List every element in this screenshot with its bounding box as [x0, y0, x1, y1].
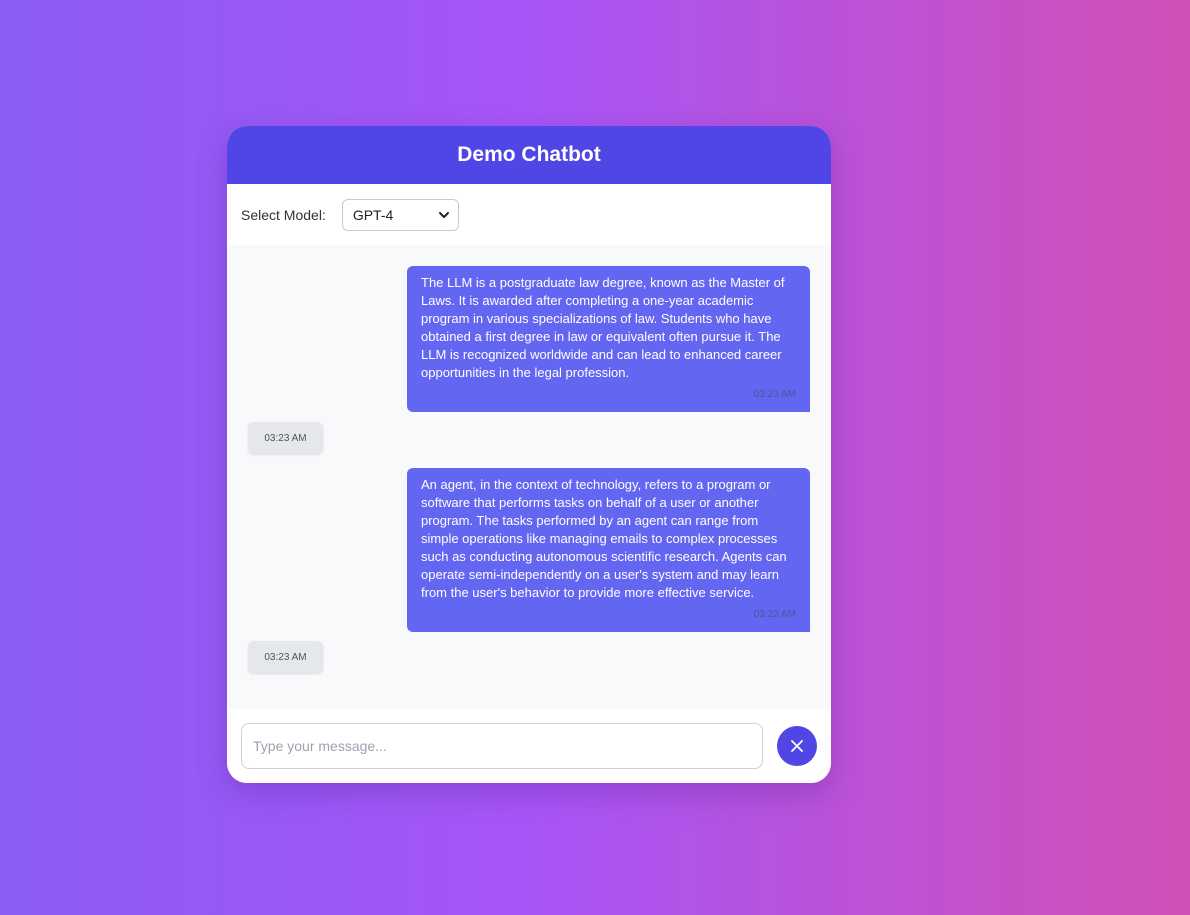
- message-list[interactable]: The LLM is a postgraduate law degree, kn…: [227, 245, 831, 709]
- bot-message: 03:23 AM: [248, 641, 323, 673]
- chevron-down-icon: [438, 211, 449, 218]
- input-bar: [227, 709, 831, 783]
- model-select-label: Select Model:: [241, 206, 326, 223]
- model-select[interactable]: GPT-4: [341, 198, 459, 231]
- message-text: An agent, in the context of technology, …: [421, 477, 787, 600]
- chat-header: Demo Chatbot: [227, 126, 831, 184]
- message-time: 03:23 AM: [264, 651, 307, 663]
- message-time: 03:23 AM: [264, 432, 307, 444]
- message-time: 03:23 AM: [753, 389, 796, 400]
- bot-message: 03:23 AM: [248, 422, 323, 454]
- message-text: The LLM is a postgraduate law degree, kn…: [421, 275, 785, 380]
- model-select-value: GPT-4: [352, 206, 394, 223]
- user-message: An agent, in the context of technology, …: [407, 468, 810, 632]
- close-icon: [791, 740, 803, 752]
- send-button[interactable]: [777, 726, 817, 766]
- model-bar: Select Model: GPT-4: [227, 184, 831, 245]
- chat-window: Demo Chatbot Select Model: GPT-4 The LLM…: [227, 126, 831, 783]
- message-input[interactable]: [241, 723, 763, 769]
- user-message: The LLM is a postgraduate law degree, kn…: [407, 266, 810, 412]
- message-time: 03:23 AM: [753, 609, 796, 620]
- app-title: Demo Chatbot: [457, 143, 601, 166]
